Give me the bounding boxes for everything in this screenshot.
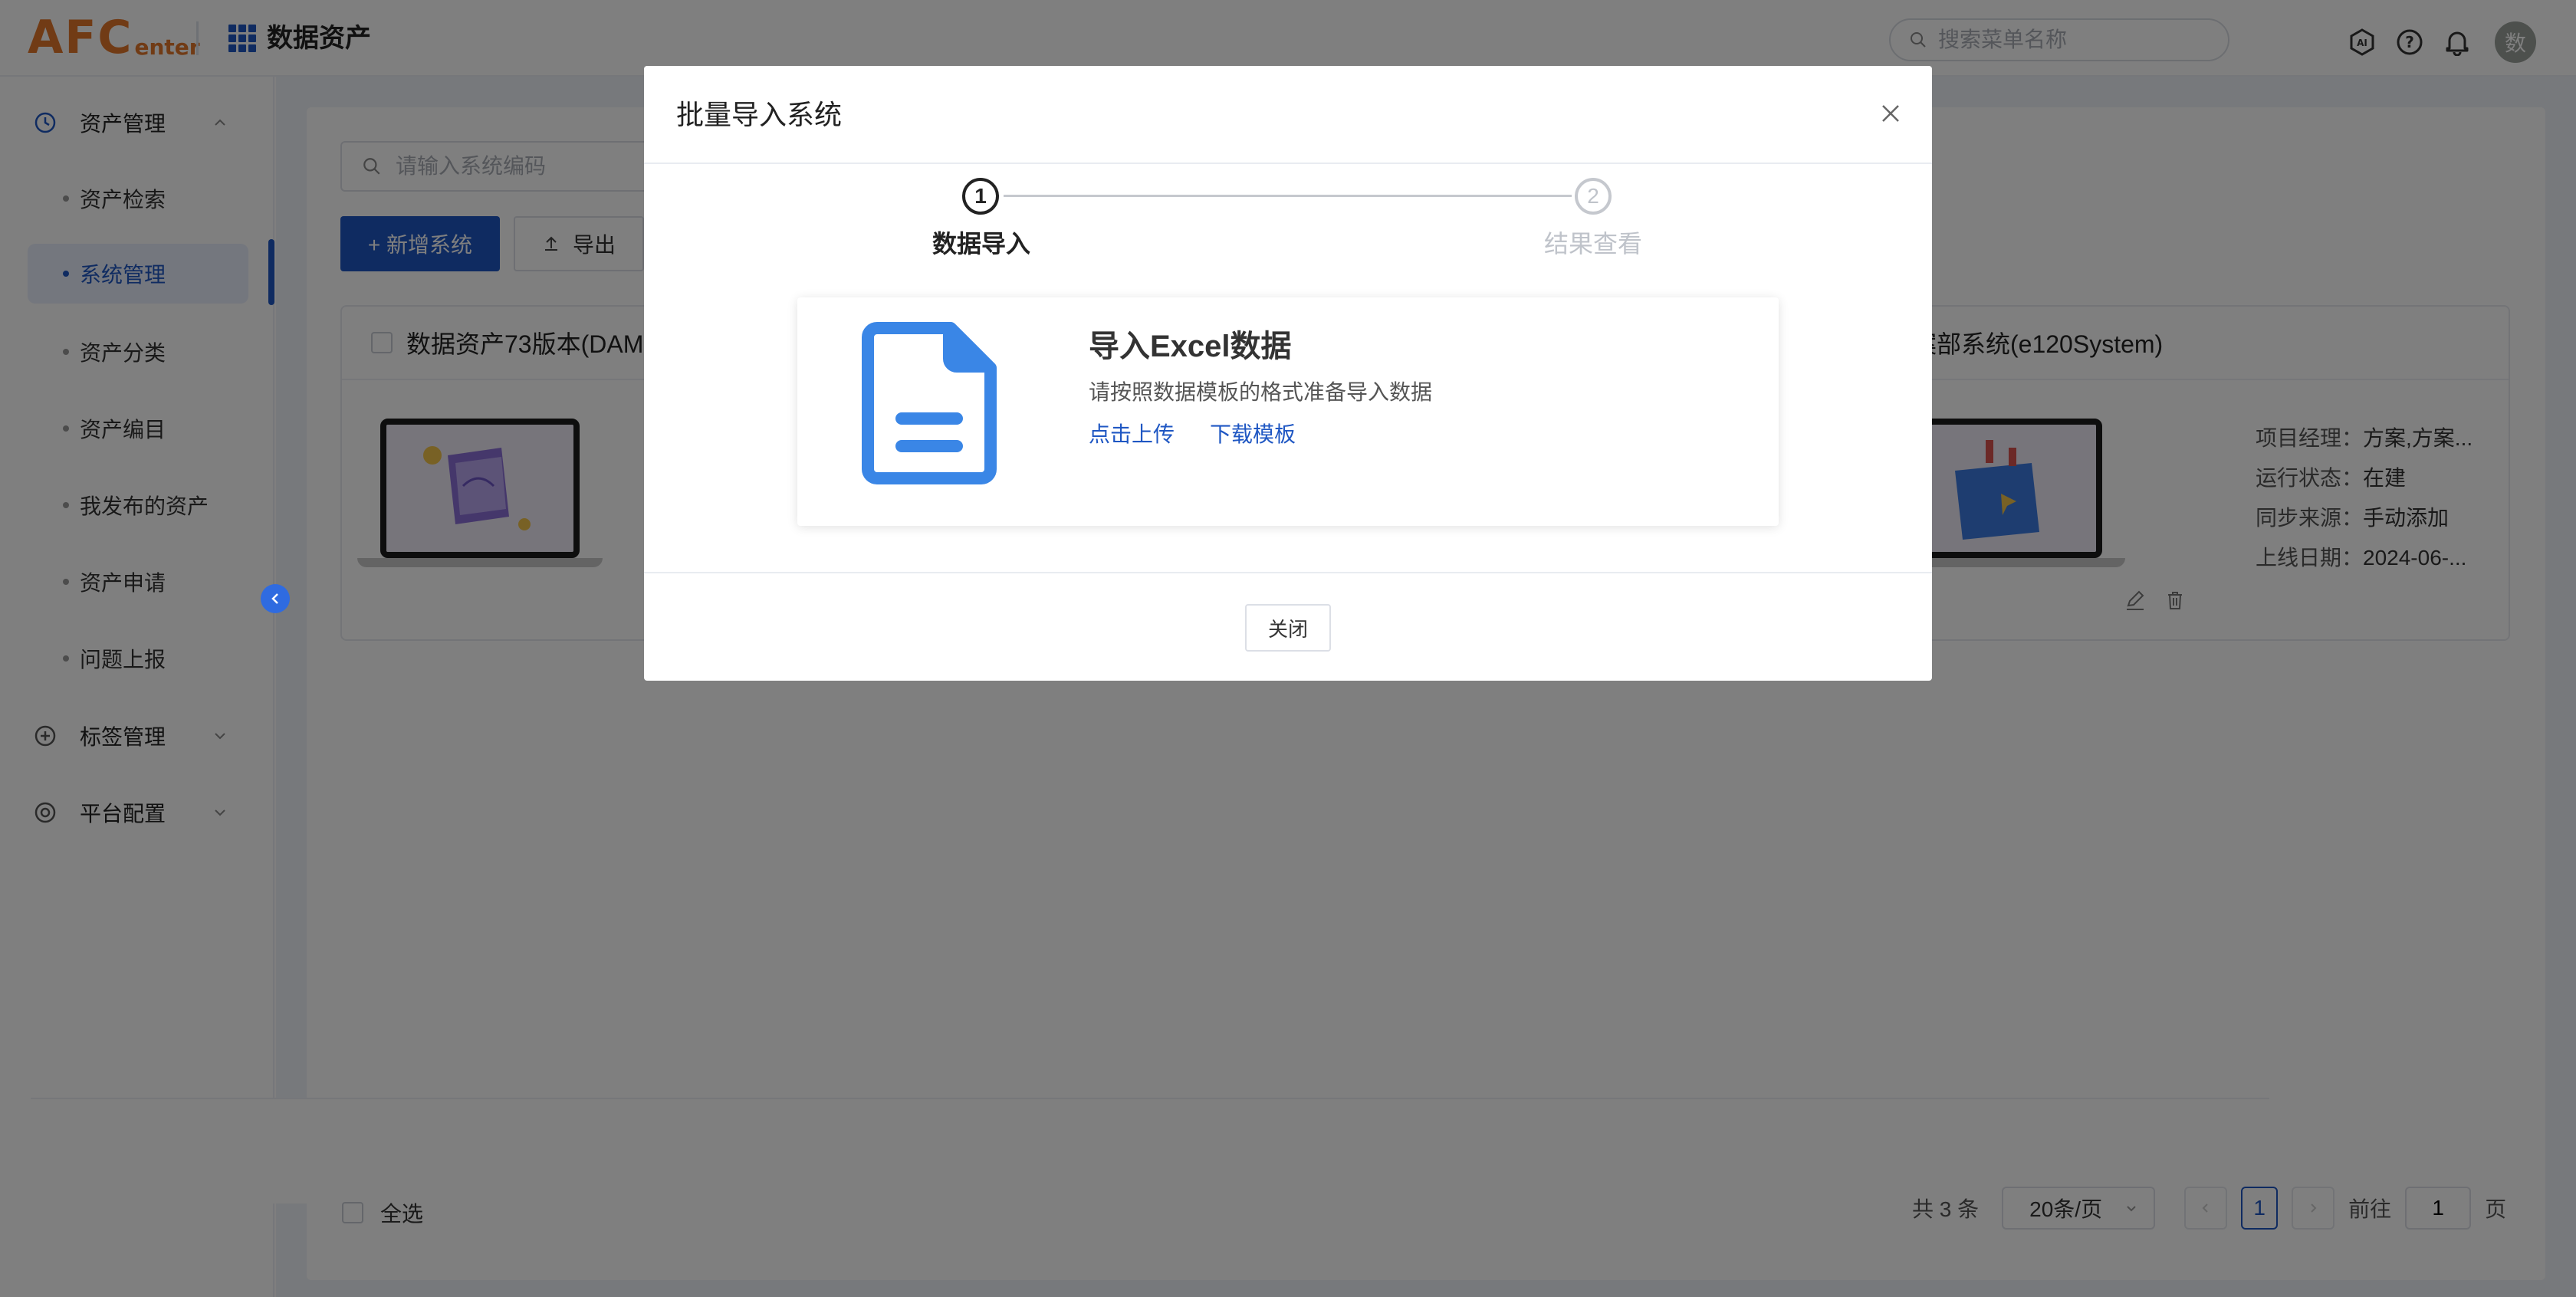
excel-import-card: 导入Excel数据 请按照数据模板的格式准备导入数据 点击上传 下载模板 [797,297,1779,526]
close-icon [1882,105,1899,122]
sidebar-collapse-button[interactable] [261,584,290,613]
chevron-left-icon [271,593,278,604]
dialog-header: 批量导入系统 [644,66,1932,164]
step-2-label: 结果查看 [1544,230,1643,258]
step-1-label: 数据导入 [932,230,1031,258]
step-connector [1004,195,1572,197]
import-steps: 1 2 数据导入 结果查看 [644,178,1932,270]
step-1-circle: 1 [962,178,999,215]
dialog-close-button[interactable] [1872,95,1909,132]
batch-import-dialog: 批量导入系统 1 2 数据导入 结果查看 导入Excel数据 请按照数据模板的格… [644,66,1932,681]
import-title: 导入Excel数据 [1089,330,1292,363]
upload-link[interactable]: 点击上传 [1089,419,1175,451]
step-2-circle: 2 [1575,178,1612,215]
close-button[interactable]: 关闭 [1245,604,1331,652]
download-template-link[interactable]: 下载模板 [1210,419,1296,451]
dialog-footer: 关闭 [644,572,1932,681]
import-description: 请按照数据模板的格式准备导入数据 [1089,380,1433,404]
document-icon [862,322,997,484]
dialog-title: 批量导入系统 [676,99,843,130]
